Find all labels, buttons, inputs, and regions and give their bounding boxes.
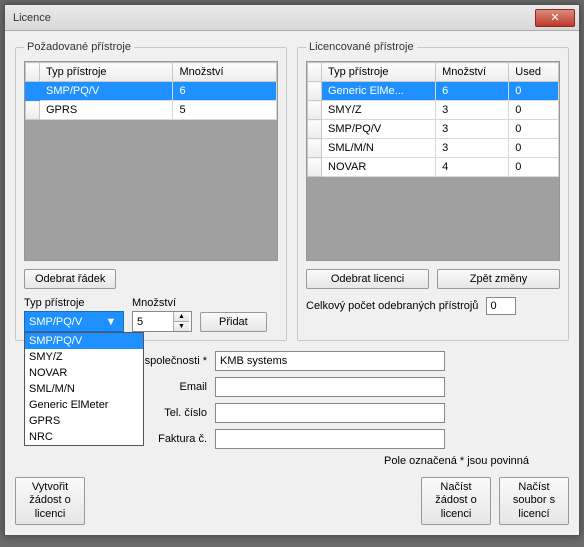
type-label: Typ přístroje [24,297,124,309]
spinner-down-icon[interactable]: ▼ [174,322,189,331]
total-removed-value [486,297,516,315]
combo-option[interactable]: SMP/PQ/V [25,333,143,349]
chevron-down-icon: ▼ [103,316,119,328]
qty-input[interactable] [133,312,173,331]
cell-type: GPRS [40,101,173,120]
footer: Vytvořit žádost o licenci Načíst žádost … [15,477,569,525]
licensed-legend: Licencované přístroje [306,41,417,53]
combo-selected-text: SMP/PQ/V [29,316,82,328]
col-type[interactable]: Typ přístroje [322,63,436,82]
cell-used: 0 [509,158,559,177]
table-row[interactable]: SMY/Z30 [308,101,559,120]
email-input[interactable] [215,377,445,397]
combo-option[interactable]: SML/M/N [25,381,143,397]
row-header [308,101,322,120]
combo-option[interactable]: SMY/Z [25,349,143,365]
licensed-table[interactable]: Typ přístroje Množství Used Generic ElMe… [307,62,559,177]
company-input[interactable] [215,351,445,371]
licensed-table-wrap: Typ přístroje Množství Used Generic ElMe… [306,61,560,261]
invoice-input[interactable] [215,429,445,449]
rowheader-col [308,63,322,82]
cell-qty: 5 [173,101,277,120]
cell-used: 0 [509,82,559,101]
cell-qty: 3 [436,120,509,139]
row-header [308,120,322,139]
required-note: Pole označená * jsou povinná [15,455,529,467]
row-header [308,82,322,101]
add-button[interactable]: Přidat [200,312,267,332]
cell-qty: 6 [173,82,277,101]
qty-spinner[interactable]: ▲ ▼ [132,311,192,332]
cell-type: SML/M/N [322,139,436,158]
required-legend: Požadované přístroje [24,41,134,53]
col-type[interactable]: Typ přístroje [40,63,173,82]
window-title: Licence [13,12,535,24]
cell-qty: 3 [436,101,509,120]
combo-option[interactable]: NRC [25,429,143,445]
spinner-up-icon[interactable]: ▲ [174,312,189,322]
rowheader-col [26,63,40,82]
col-qty[interactable]: Množství [436,63,509,82]
phone-input[interactable] [215,403,445,423]
create-request-button[interactable]: Vytvořit žádost o licenci [15,477,85,525]
cell-qty: 4 [436,158,509,177]
cell-used: 0 [509,101,559,120]
remove-row-button[interactable]: Odebrat řádek [24,269,116,289]
combo-dropdown[interactable]: SMP/PQ/VSMY/ZNOVARSML/M/NGeneric ElMeter… [24,332,144,446]
type-combo[interactable]: SMP/PQ/V ▼ SMP/PQ/VSMY/ZNOVARSML/M/NGene… [24,311,124,332]
close-button[interactable]: ✕ [535,9,575,27]
combo-option[interactable]: NOVAR [25,365,143,381]
close-icon: ✕ [550,11,559,24]
table-row[interactable]: SMP/PQ/V6 [26,82,277,101]
table-row[interactable]: NOVAR40 [308,158,559,177]
cell-type: SMP/PQ/V [322,120,436,139]
combo-option[interactable]: Generic ElMeter [25,397,143,413]
row-header [308,158,322,177]
combo-selected[interactable]: SMP/PQ/V ▼ [24,311,124,332]
titlebar[interactable]: Licence ✕ [5,5,579,31]
revert-button[interactable]: Zpět změny [437,269,560,289]
combo-option[interactable]: GPRS [25,413,143,429]
cell-used: 0 [509,139,559,158]
total-removed-label: Celkový počet odebraných přístrojů [306,300,478,312]
table-row[interactable]: GPRS5 [26,101,277,120]
cell-type: SMY/Z [322,101,436,120]
load-request-button[interactable]: Načíst žádost o licenci [421,477,491,525]
cell-type: Generic ElMe... [322,82,436,101]
table-row[interactable]: SML/M/N30 [308,139,559,158]
qty-label: Množství [132,297,192,309]
cell-type: SMP/PQ/V [40,82,173,101]
table-row[interactable]: SMP/PQ/V30 [308,120,559,139]
required-table-wrap: Typ přístroje Množství SMP/PQ/V6GPRS5 [24,61,278,261]
load-file-button[interactable]: Načíst soubor s licencí [499,477,569,525]
cell-type: NOVAR [322,158,436,177]
table-row[interactable]: Generic ElMe...60 [308,82,559,101]
required-devices-group: Požadované přístroje Typ přístroje Množs… [15,41,287,341]
cell-used: 0 [509,120,559,139]
cell-qty: 6 [436,82,509,101]
col-qty[interactable]: Množství [173,63,277,82]
col-used[interactable]: Used [509,63,559,82]
remove-licence-button[interactable]: Odebrat licenci [306,269,429,289]
row-header [26,82,40,101]
required-table[interactable]: Typ přístroje Množství SMP/PQ/V6GPRS5 [25,62,277,120]
licence-dialog: Licence ✕ Požadované přístroje Typ příst… [4,4,580,536]
row-header [26,101,40,120]
licensed-devices-group: Licencované přístroje Typ přístroje Množ… [297,41,569,341]
row-header [308,139,322,158]
cell-qty: 3 [436,139,509,158]
